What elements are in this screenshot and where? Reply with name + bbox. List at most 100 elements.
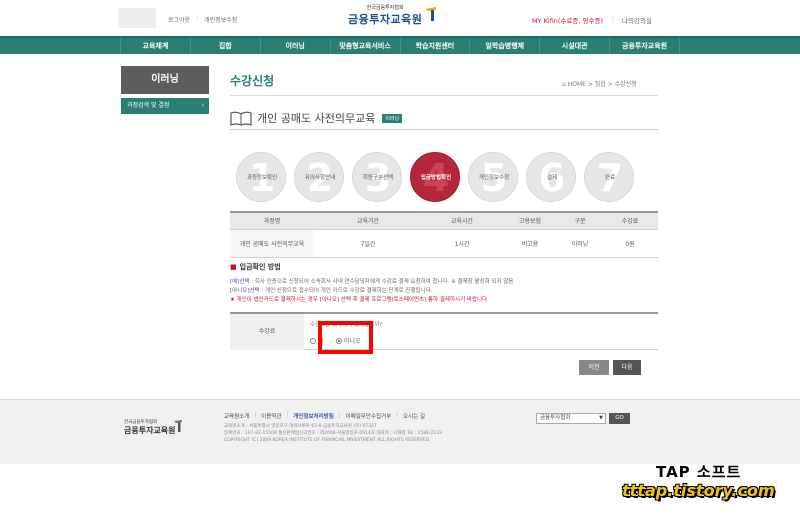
table-cell: 0원	[602, 229, 658, 258]
nav-item-facility[interactable]: 시설대관	[539, 38, 609, 54]
column-header: 구분	[558, 211, 602, 230]
column-header: 교육기간	[314, 211, 422, 230]
top-links: 로그아웃 | 개인정보수정	[168, 15, 237, 24]
payment-notes: [예]선택 : 회사 인증으로 신청되어 소속회사 사내 연수담당자에게 수강료…	[230, 278, 658, 305]
divider: |	[196, 15, 199, 22]
go-button[interactable]: GO	[609, 413, 630, 424]
footer-address-line: 교육원소개 : 서울특별시 영등포구 여의나루로 67-8 금융투자교육원 (우…	[224, 424, 377, 429]
note-no-label: [아니오]선택	[230, 288, 260, 294]
footer-links: 교육원소개 | 이용약관 | 개인정보처리방침 | 이메일무단수집거부 | 오시…	[224, 412, 425, 420]
note-no-text: : 개인 신청으로 접수되어 개인 카드로 수강료 결제하는 단계로 진행됩니다…	[259, 288, 433, 294]
sidebar: 이러닝 과정검색 및 결정 ›	[121, 66, 209, 114]
step-label: 개인정보수정	[478, 175, 510, 181]
course-info-table: 과정명 교육기간 교육시간 고용보험 구분 수강료 개인 공매도 사전의무교육 …	[230, 211, 658, 258]
course-title: 개인 공매도 사전의무교육 이러닝	[230, 110, 403, 126]
step-label: 결제	[546, 175, 558, 181]
table-cell: 이러닝	[558, 229, 602, 258]
footer-link-email-policy[interactable]: 이메일무단수집거부	[346, 412, 392, 420]
nav-item-group[interactable]: 집합	[189, 38, 260, 54]
footer-link-about[interactable]: 교육원소개	[224, 412, 249, 420]
sidebar-item-course-search[interactable]: 과정검색 및 결정 ›	[121, 98, 209, 114]
brand-small-text: 한국금융투자협회	[366, 5, 404, 11]
my-kifin-link[interactable]: MY Kifin(수료증, 영수증)	[532, 15, 603, 25]
brand-logo[interactable]: 한국금융투자협회 금융투자교육원	[348, 4, 437, 27]
footer-link-privacy[interactable]: 개인정보처리방침	[293, 412, 333, 420]
page-title: 수강신청	[230, 74, 275, 88]
step-3: 3 회원구분선택	[352, 152, 402, 202]
radio-yes-input[interactable]	[310, 337, 316, 344]
my-classroom-link[interactable]: 나의강의실	[622, 15, 652, 25]
table-cell: 개인 공매도 사전의무교육	[230, 229, 314, 258]
divider: |	[338, 412, 341, 418]
brand-mark-icon	[425, 7, 437, 21]
note-no: [아니오]선택 : 개인 신청으로 접수되어 개인 카드로 수강료 결제하는 단…	[230, 287, 658, 296]
note-yes-label: [예]선택	[230, 279, 250, 285]
divider: |	[396, 412, 399, 418]
title-divider	[230, 95, 658, 96]
highlight-box	[318, 321, 373, 354]
note-yes-text: : 회사 인증으로 신청되어 소속회사 사내 연수담당자에게 수강료 결제 요청…	[249, 279, 514, 285]
column-header: 과정명	[230, 211, 314, 230]
step-7: 7 완료	[584, 152, 634, 202]
course-divider	[230, 129, 658, 130]
watermark-url: tttap.tistory.com	[622, 481, 775, 500]
book-icon	[230, 111, 252, 126]
nav-item-elearning[interactable]: 이러닝	[259, 38, 330, 54]
bullet-icon: ■	[230, 263, 237, 271]
header-blank-logo	[118, 8, 156, 28]
watermark-title: TAP 소프트	[656, 463, 742, 481]
main-navigation: 교육체계 집합 이러닝 맞춤형교육서비스 학습지원센터 일학습병행제 시설대관 …	[0, 36, 800, 54]
nav-item-institute[interactable]: 금융투자교육원	[609, 38, 680, 54]
footer-logo-mark-icon	[174, 420, 182, 432]
sidebar-item-label: 과정검색 및 결정	[127, 102, 170, 109]
note-yes: [예]선택 : 회사 인증으로 신청되어 소속회사 사내 연수담당자에게 수강료…	[230, 278, 658, 287]
prev-button[interactable]: 이전	[579, 360, 609, 375]
footer-registration-line: 등록번호 : 107-82-15509 통신판매업신고번호 : 제2008-서울…	[224, 431, 442, 436]
table-header-row: 과정명 교육기간 교육시간 고용보험 구분 수강료	[230, 211, 658, 230]
step-6: 6 결제	[526, 152, 576, 202]
brand-name: 금융투자교육원	[348, 13, 423, 26]
nav-item-custom-service[interactable]: 맞춤형교육서비스	[329, 38, 400, 54]
table-cell: 비고용	[502, 229, 558, 258]
family-site-select[interactable]: 금융투자협회 ▼	[536, 413, 606, 424]
column-header: 고용보험	[502, 211, 558, 230]
family-site-value: 금융투자협회	[540, 415, 571, 421]
note-warning: ★ 개인이 법인카드로 결제하시는 경우 [아니오] 선택 후 결제 프로그램(…	[230, 297, 489, 303]
chevron-right-icon: ›	[201, 102, 204, 109]
fee-label: 수강료	[230, 314, 304, 350]
chevron-down-icon: ▼	[599, 415, 603, 421]
breadcrumb: ⌂ HOME > 집합 > 수강신청	[562, 79, 637, 88]
logout-link[interactable]: 로그아웃	[168, 15, 190, 24]
edit-profile-link[interactable]: 개인정보수정	[204, 15, 237, 24]
step-label: 완료	[604, 175, 616, 181]
top-header: 로그아웃 | 개인정보수정 한국금융투자협회 금융투자교육원 MY Kifin(…	[0, 0, 800, 36]
table-cell: 1시간	[422, 229, 502, 258]
progress-steps: 1 과정정보확인 2 유의사항안내 3 회원구분선택 4 입금방법확인 5 개인…	[236, 152, 656, 202]
breadcrumb-text: HOME > 집합 > 수강신청	[567, 81, 637, 88]
payment-heading-text: 입금확인 방법	[239, 263, 281, 271]
footer-copyright: COPYRIGHT (C) 2009 KOREA INSTITUTE OF FI…	[224, 438, 431, 443]
nav-item-work-study[interactable]: 일학습병행제	[469, 38, 539, 54]
column-header: 교육시간	[422, 211, 502, 230]
step-4-active: 4 입금방법확인	[410, 152, 460, 202]
step-label: 과정정보확인	[246, 175, 278, 181]
divider: |	[254, 412, 257, 418]
footer-logo-name: 금융투자교육원	[124, 426, 176, 435]
footer-link-directions[interactable]: 오시는 길	[403, 412, 425, 420]
next-button[interactable]: 다음	[613, 360, 641, 375]
nav-item-curriculum[interactable]: 교육체계	[120, 38, 190, 54]
footer-logo: 한국금융투자협회 금융투자교육원	[124, 419, 182, 436]
footer-link-terms[interactable]: 이용약관	[261, 412, 281, 420]
step-1: 1 과정정보확인	[236, 152, 286, 202]
step-label: 유의사항안내	[304, 175, 336, 181]
sidebar-title: 이러닝	[121, 66, 209, 94]
course-type-badge: 이러닝	[382, 113, 403, 123]
step-label: 입금방법확인	[420, 175, 452, 181]
nav-item-support-center[interactable]: 학습지원센터	[399, 38, 470, 54]
payment-section-heading: ■ 입금확인 방법	[230, 262, 281, 272]
fee-payment-form: 수강료 수강료를 회사에서 결제합니까? 예 아니오	[230, 312, 658, 350]
divider: |	[286, 412, 289, 418]
course-name: 개인 공매도 사전의무교육	[257, 112, 376, 125]
footer: 한국금융투자협회 금융투자교육원 교육원소개 | 이용약관 | 개인정보처리방침…	[0, 399, 800, 464]
table-cell: 7일간	[314, 229, 422, 258]
